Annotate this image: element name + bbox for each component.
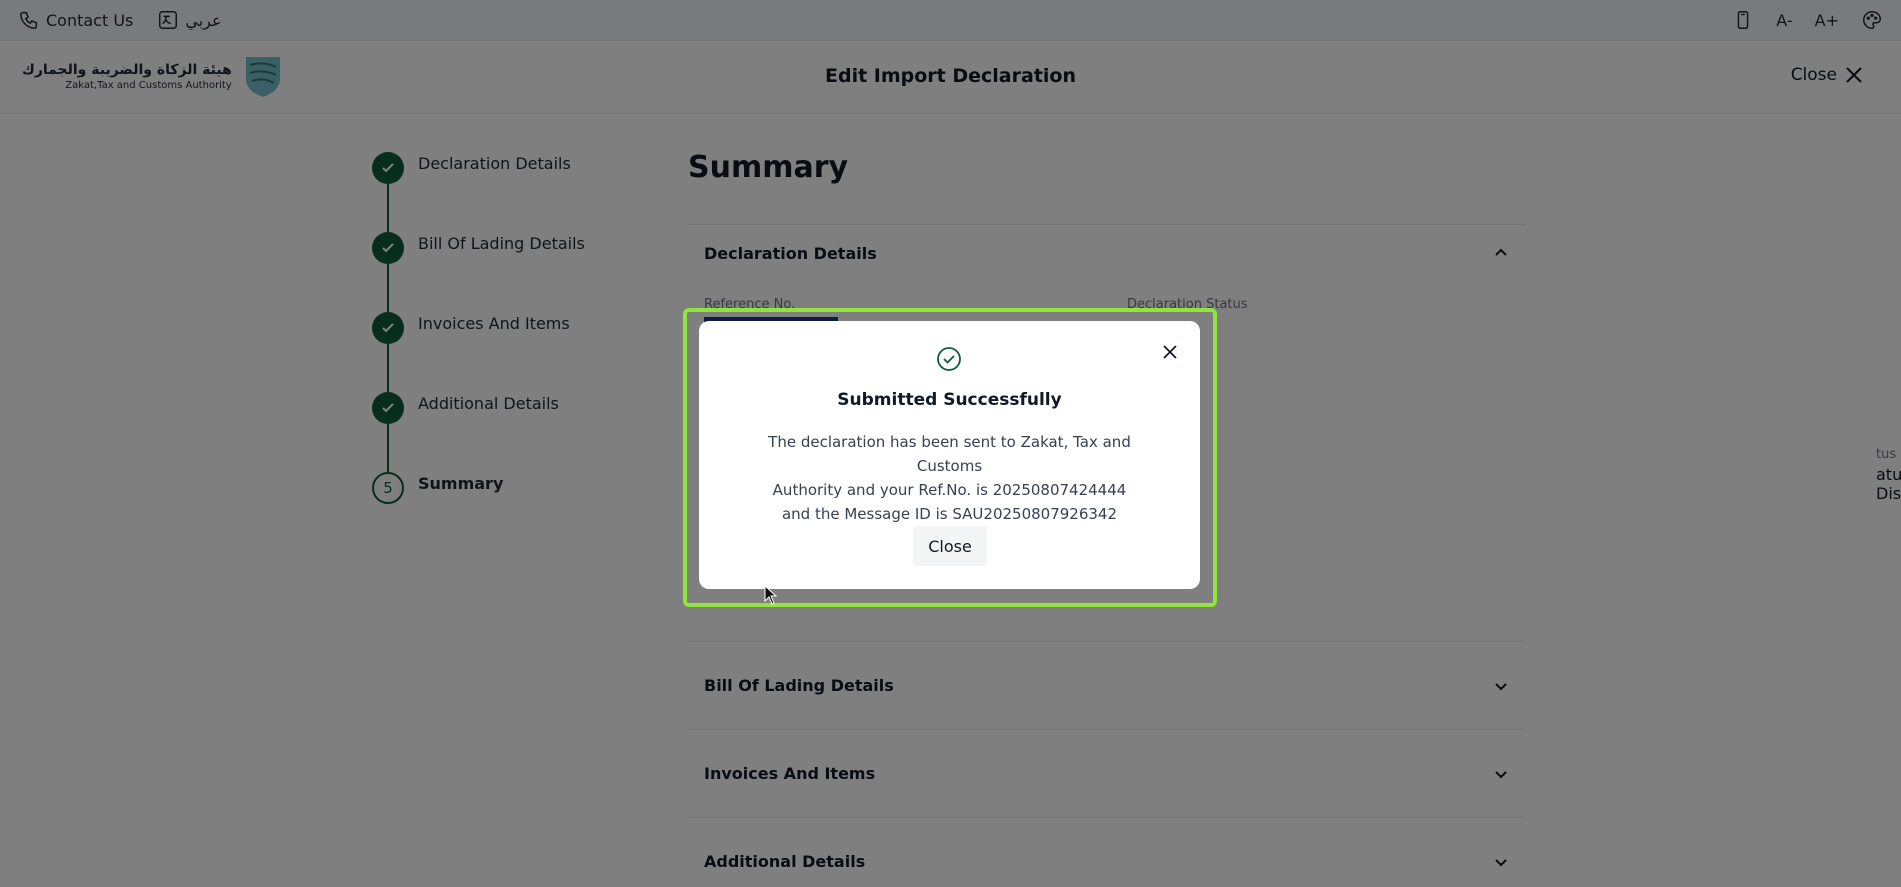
dialog-close-icon[interactable] (1160, 342, 1180, 362)
dialog-message-line: The declaration has been sent to Zakat, … (768, 433, 1131, 475)
mouse-cursor-icon (764, 585, 778, 605)
check-circle-icon (937, 347, 961, 371)
dialog-message-line: and the Message ID is SAU20250807926342 (781, 505, 1118, 523)
dialog-close-button[interactable]: Close (913, 526, 987, 566)
success-dialog: Submitted Successfully The declaration h… (699, 321, 1200, 589)
dialog-title: Submitted Successfully (837, 390, 1062, 410)
dialog-message-line: Authority and your Ref.No. is 2025080742… (772, 481, 1127, 499)
dialog-message: The declaration has been sent to Zakat, … (739, 430, 1160, 526)
